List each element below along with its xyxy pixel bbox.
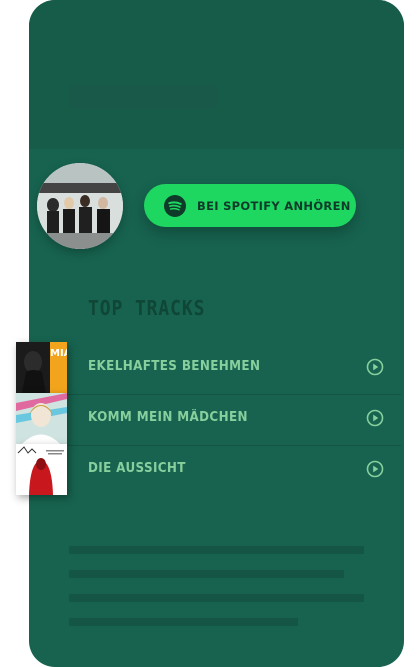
album-cover [16, 393, 67, 444]
album-cover [16, 444, 67, 495]
card-header [29, 0, 404, 149]
track-title: DIE AUSSICHT [88, 461, 186, 476]
play-circle-icon[interactable] [366, 409, 384, 427]
text-placeholder-line [69, 594, 364, 602]
play-circle-icon[interactable] [366, 460, 384, 478]
album-cover-mia-icon: MIA. [16, 342, 67, 393]
track-row[interactable]: DIE AUSSICHT [16, 444, 401, 495]
band-photo-avatar-icon [37, 163, 123, 249]
title-placeholder [69, 85, 217, 109]
album-cover: MIA. [16, 342, 67, 393]
artist-card: BEI SPOTIFY ANHÖREN TOP TRACKS [29, 0, 404, 667]
text-placeholder-line [69, 618, 298, 626]
album-cover-portrait-icon [16, 393, 67, 444]
top-tracks-heading: TOP TRACKS [88, 296, 206, 320]
spotify-icon [164, 194, 186, 217]
play-circle-icon[interactable] [366, 358, 384, 376]
track-row[interactable]: MIA. EKELHAFTES BENEHMEN [16, 342, 401, 393]
album-cover-text: MIA. [50, 348, 67, 359]
text-placeholder-line [69, 546, 364, 554]
artist-avatar [37, 163, 123, 249]
track-title: EKELHAFTES BENEHMEN [88, 359, 261, 374]
track-title: KOMM MEIN MÄDCHEN [88, 410, 248, 425]
listen-on-spotify-button[interactable]: BEI SPOTIFY ANHÖREN [144, 184, 356, 227]
text-placeholder-line [69, 570, 344, 578]
album-cover-red-figure-icon [16, 444, 67, 495]
track-row[interactable]: KOMM MEIN MÄDCHEN [16, 393, 401, 444]
listen-on-spotify-label: BEI SPOTIFY ANHÖREN [197, 198, 351, 213]
